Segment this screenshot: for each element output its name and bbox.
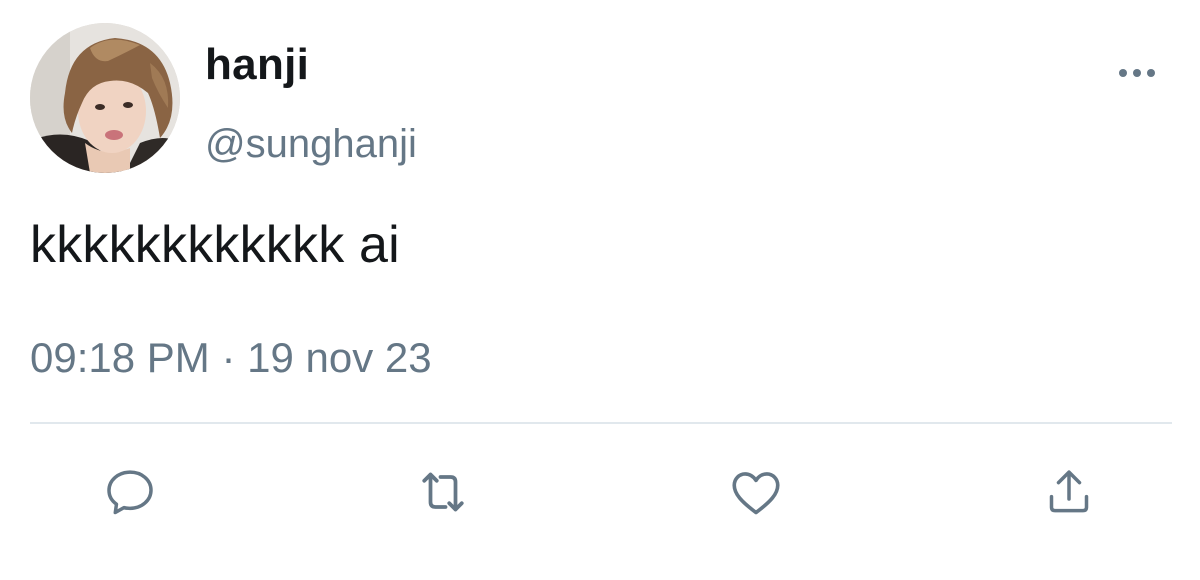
tweet-timestamp[interactable]: 09:18 PM · 19 nov 23 — [30, 334, 432, 382]
retweet-button[interactable] — [413, 462, 473, 522]
retweet-icon — [422, 472, 464, 512]
more-options-icon[interactable] — [1112, 58, 1162, 88]
share-button[interactable] — [1039, 462, 1099, 522]
divider — [30, 422, 1172, 424]
like-button[interactable] — [726, 462, 786, 522]
avatar-photo — [30, 23, 180, 173]
heart-icon — [732, 472, 780, 515]
reply-button[interactable] — [100, 462, 160, 522]
avatar[interactable] — [30, 23, 180, 173]
user-handle[interactable]: @sunghanji — [205, 122, 417, 167]
share-upload-icon — [1049, 470, 1089, 513]
reply-bubble-icon — [107, 470, 153, 515]
tweet-text: kkkkkkkkkkkk ai — [30, 216, 400, 274]
tweet-card: hanji @sunghanji kkkkkkkkkkkk ai 09:18 P… — [0, 0, 1200, 580]
display-name[interactable]: hanji — [205, 40, 309, 90]
